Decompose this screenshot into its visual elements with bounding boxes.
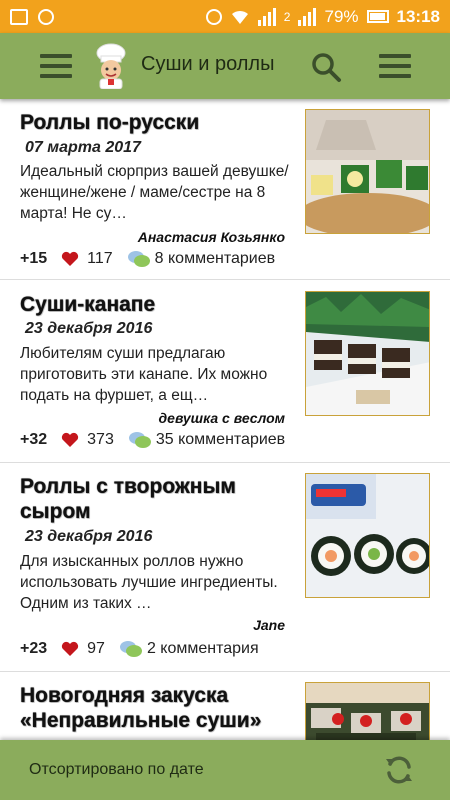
signal-icon-1 — [257, 7, 276, 26]
recipe-comments[interactable]: 35 комментариев — [156, 431, 285, 449]
recipe-score: +23 — [20, 640, 48, 657]
recipe-stats: +32 373 35 комментариев — [20, 431, 285, 449]
recipe-thumbnail[interactable] — [305, 682, 430, 740]
sort-label[interactable]: Отсортировано по дате — [29, 761, 204, 779]
sort-bar: Отсортировано по дате — [0, 740, 450, 800]
recipe-likes: 117 — [87, 250, 113, 267]
recipe-thumbnail[interactable] — [305, 473, 430, 598]
recipe-date: 23 декабря 2016 — [25, 528, 153, 545]
recipe-author[interactable]: Анастасия Козьянко — [138, 229, 285, 245]
recipe-date: 07 марта 2017 — [25, 139, 141, 156]
recipe-comments[interactable]: 2 комментария — [147, 640, 259, 658]
recipe-date: 23 декабря 2016 — [25, 320, 153, 337]
search-icon[interactable] — [310, 51, 342, 83]
battery-icon — [366, 10, 389, 23]
battery-percent: 79% — [324, 6, 359, 26]
recipe-score: +15 — [20, 250, 48, 267]
recipe-comments[interactable]: 8 комментариев — [155, 250, 275, 268]
recipe-likes: 97 — [87, 640, 105, 657]
app-title: Суши и роллы — [141, 53, 275, 75]
recipe-likes: 373 — [87, 431, 114, 448]
app-toolbar: Суши и роллы — [0, 33, 450, 99]
recipe-thumbnail[interactable] — [305, 291, 430, 416]
clock: 13:18 — [396, 6, 440, 26]
comments-icon — [128, 432, 151, 448]
recipe-title[interactable]: Суши-канапе — [20, 292, 290, 317]
gallery-notification-icon — [10, 8, 28, 25]
recipe-description: Идеальный сюрприз вашей девушке/женщине/… — [20, 163, 289, 222]
recipe-card[interactable]: Роллы по-русски 07 марта 2017 Идеальный … — [0, 99, 450, 280]
recipe-card[interactable]: Суши-канапе 23 декабря 2016 Любителям су… — [0, 280, 450, 463]
comments-icon — [127, 251, 150, 267]
recipe-score: +32 — [20, 431, 48, 448]
sim-indicator: 2 — [283, 9, 291, 24]
recipe-stats: +15 117 8 комментариев — [20, 250, 275, 268]
status-bar: 2 79% 13:18 — [0, 0, 450, 33]
sync-notification-icon — [38, 8, 54, 25]
recipe-card[interactable]: Роллы с творожным сыром 23 декабря 2016 … — [0, 463, 450, 672]
recipe-author[interactable]: девушка с веслом — [159, 410, 286, 426]
recipe-title[interactable]: Роллы с творожным сыром — [20, 474, 290, 524]
alarm-icon — [205, 8, 222, 25]
recipe-description: Для изысканных роллов нужно использовать… — [20, 553, 278, 612]
heart-icon — [62, 641, 79, 656]
refresh-icon[interactable] — [383, 754, 415, 786]
wifi-icon — [231, 10, 248, 24]
app-screen: 2 79% 13:18 Суши и роллы Роллы по-русски… — [0, 0, 450, 800]
comments-icon — [119, 641, 142, 657]
heart-icon — [62, 432, 79, 447]
overflow-menu-icon[interactable] — [379, 54, 411, 78]
recipe-title[interactable]: Роллы по-русски — [20, 110, 290, 135]
recipe-list[interactable]: Роллы по-русски 07 марта 2017 Идеальный … — [0, 99, 450, 740]
heart-icon — [62, 251, 79, 266]
recipe-author[interactable]: Jane — [253, 617, 285, 633]
recipe-stats: +23 97 2 комментария — [20, 640, 259, 658]
recipe-card[interactable]: Новогодняя закуска «Неправильные суши» — [0, 672, 450, 740]
recipe-thumbnail[interactable] — [305, 109, 430, 234]
hamburger-icon[interactable] — [40, 54, 72, 78]
signal-icon-2 — [298, 7, 317, 26]
recipe-description: Любителям суши предлагаю приготовить эти… — [20, 345, 268, 404]
chef-icon — [96, 43, 126, 89]
recipe-title[interactable]: Новогодняя закуска «Неправильные суши» — [20, 683, 290, 733]
